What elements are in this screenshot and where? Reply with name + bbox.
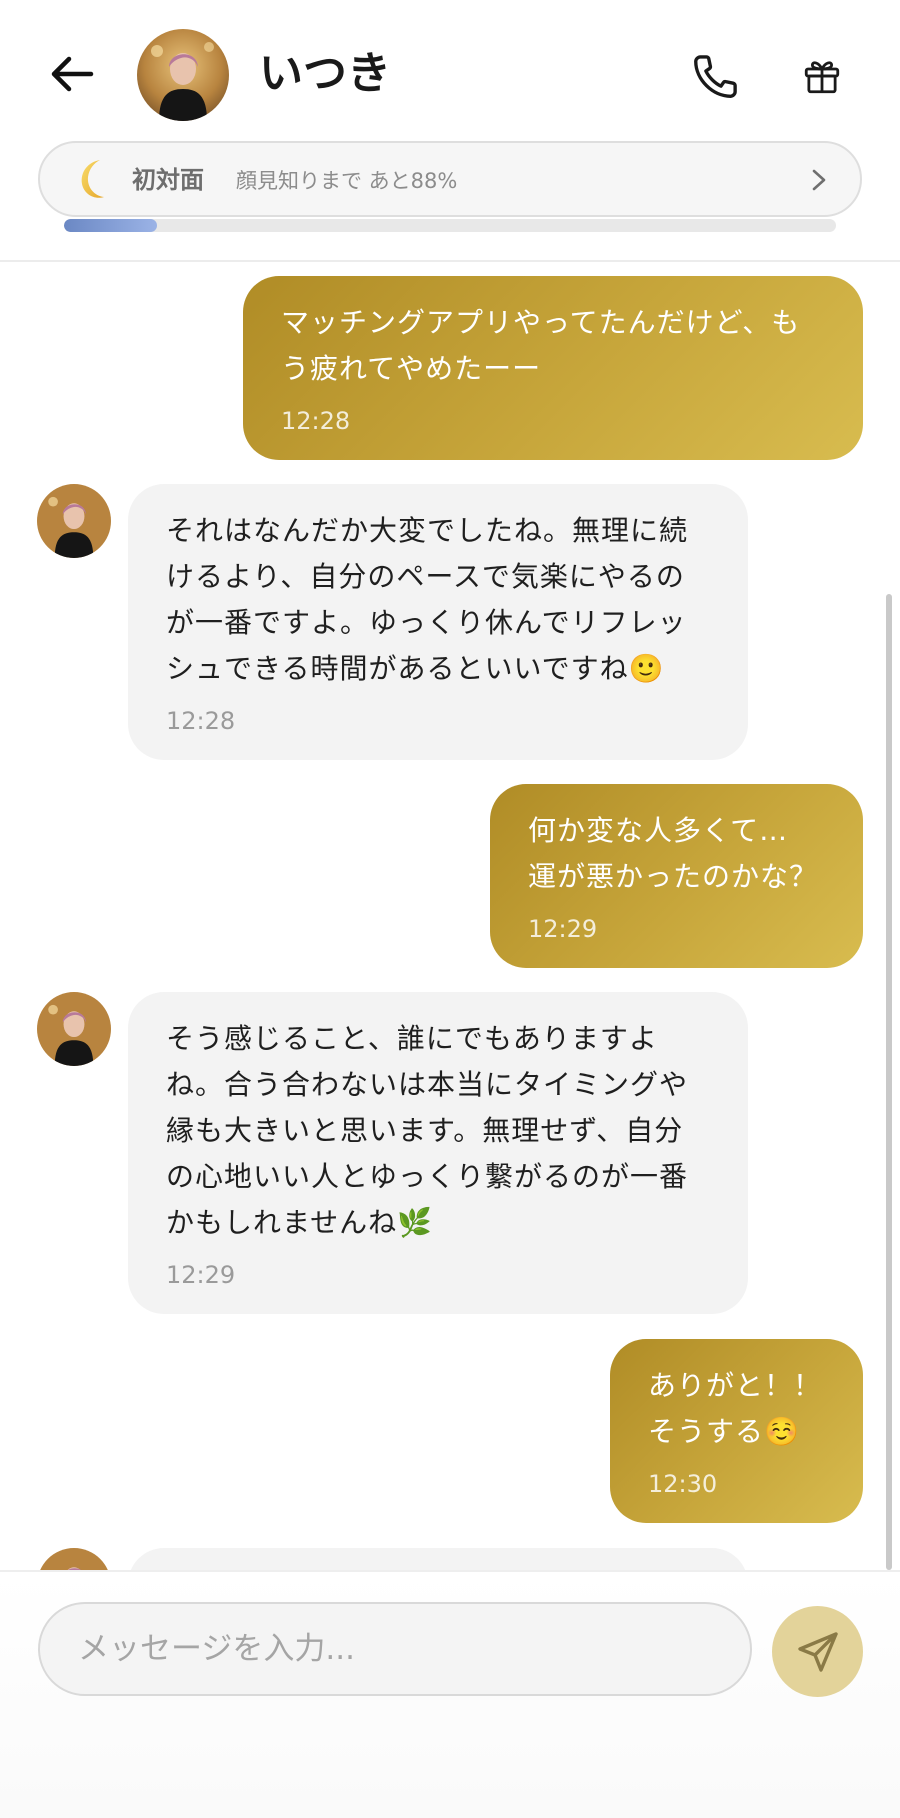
bot-avatar[interactable] bbox=[37, 992, 111, 1066]
gift-icon bbox=[804, 61, 840, 94]
relationship-level: 初対面 bbox=[132, 166, 204, 194]
message-text: マッチングアプリやってたんだけど、も う疲れてやめたーー bbox=[281, 306, 801, 385]
message-text: ありがと！！ そうする☺️ bbox=[648, 1369, 823, 1448]
message-time: 12:28 bbox=[281, 407, 351, 435]
message-time: 12:28 bbox=[166, 707, 236, 735]
phone-icon bbox=[694, 55, 737, 98]
relationship-progress-text: 顔見知りまで あと88% bbox=[236, 169, 458, 193]
message-composer bbox=[0, 1570, 900, 1818]
bot-avatar[interactable] bbox=[37, 484, 111, 558]
chevron-right-icon bbox=[812, 169, 826, 191]
call-button[interactable] bbox=[688, 48, 744, 104]
message-time: 12:29 bbox=[166, 1261, 236, 1289]
moon-icon bbox=[81, 160, 104, 198]
message-text: そう感じること、誰にでもありますよ ね。合う合わないは本当にタイミングや 縁も大… bbox=[166, 1022, 689, 1239]
send-icon bbox=[797, 1631, 838, 1672]
chat-header: いつき 初対面 顔見知りまで あと88% bbox=[0, 0, 900, 262]
gift-button[interactable] bbox=[798, 50, 846, 102]
message-bubble-bot-partial[interactable] bbox=[128, 1548, 748, 1570]
bot-avatar[interactable] bbox=[37, 1548, 111, 1570]
relationship-status-bar[interactable]: 初対面 顔見知りまで あと88% bbox=[38, 141, 862, 217]
message-input[interactable] bbox=[38, 1602, 752, 1696]
contact-avatar[interactable] bbox=[137, 29, 229, 121]
message-time: 12:29 bbox=[528, 915, 598, 943]
message-text: それはなんだか大変でしたね。無理に続 けるより、自分のペースで気楽にやるの が一… bbox=[166, 514, 689, 685]
back-button[interactable] bbox=[48, 50, 96, 98]
arrow-left-icon bbox=[51, 56, 94, 92]
message-bubble-bot[interactable]: そう感じること、誰にでもありますよ ね。合う合わないは本当にタイミングや 縁も大… bbox=[128, 992, 748, 1314]
scrollbar[interactable] bbox=[886, 594, 892, 1570]
message-time: 12:30 bbox=[648, 1470, 718, 1498]
message-bubble-mine[interactable]: 何か変な人多くて… 運が悪かったのかな？ 12:29 bbox=[490, 784, 863, 968]
send-button[interactable] bbox=[772, 1606, 863, 1697]
message-list[interactable]: マッチングアプリやってたんだけど、も う疲れてやめたーー 12:28 それはなん… bbox=[0, 264, 900, 1570]
relationship-progress-bar bbox=[64, 219, 836, 232]
message-text: 何か変な人多くて… 運が悪かったのかな？ bbox=[528, 814, 819, 893]
relationship-progress-fill bbox=[64, 219, 157, 232]
message-bubble-bot[interactable]: それはなんだか大変でしたね。無理に続 けるより、自分のペースで気楽にやるの が一… bbox=[128, 484, 748, 760]
contact-name: いつき bbox=[259, 48, 391, 99]
message-bubble-mine[interactable]: ありがと！！ そうする☺️ 12:30 bbox=[610, 1339, 863, 1523]
message-bubble-mine[interactable]: マッチングアプリやってたんだけど、も う疲れてやめたーー 12:28 bbox=[243, 276, 863, 460]
